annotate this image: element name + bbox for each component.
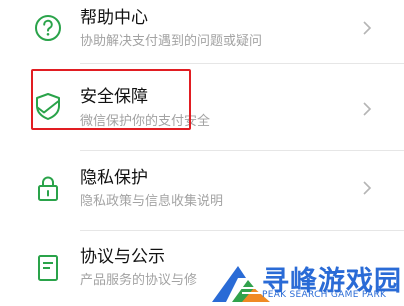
menu-item-help-center[interactable]: 帮助中心 协助解决支付遇到的问题或疑问 [0, 0, 404, 64]
menu-item-title: 帮助中心 [80, 8, 148, 28]
shield-check-icon [36, 93, 60, 120]
menu-item-privacy[interactable]: 隐私保护 隐私政策与信息收集说明 [0, 151, 404, 231]
menu-item-title: 协议与公示 [80, 247, 165, 267]
lock-icon [38, 176, 58, 201]
chevron-right-icon [363, 181, 372, 195]
menu-item-security[interactable]: 安全保障 微信保护你的支付安全 [0, 64, 404, 151]
menu-item-subtitle: 隐私政策与信息收集说明 [80, 194, 224, 209]
question-circle-icon [35, 15, 61, 41]
menu-item-subtitle: 微信保护你的支付安全 [80, 114, 211, 129]
document-icon [38, 255, 58, 281]
menu-item-subtitle: 产品服务的协议与修 [80, 273, 198, 288]
menu-item-title: 安全保障 [80, 87, 148, 107]
menu-item-title: 隐私保护 [80, 168, 148, 188]
watermark-subtitle: PEAK SEARCH GAME PARK [262, 290, 387, 300]
menu-item-subtitle: 协助解决支付遇到的问题或疑问 [80, 34, 263, 49]
chevron-right-icon [363, 21, 372, 35]
chevron-right-icon [363, 102, 372, 116]
